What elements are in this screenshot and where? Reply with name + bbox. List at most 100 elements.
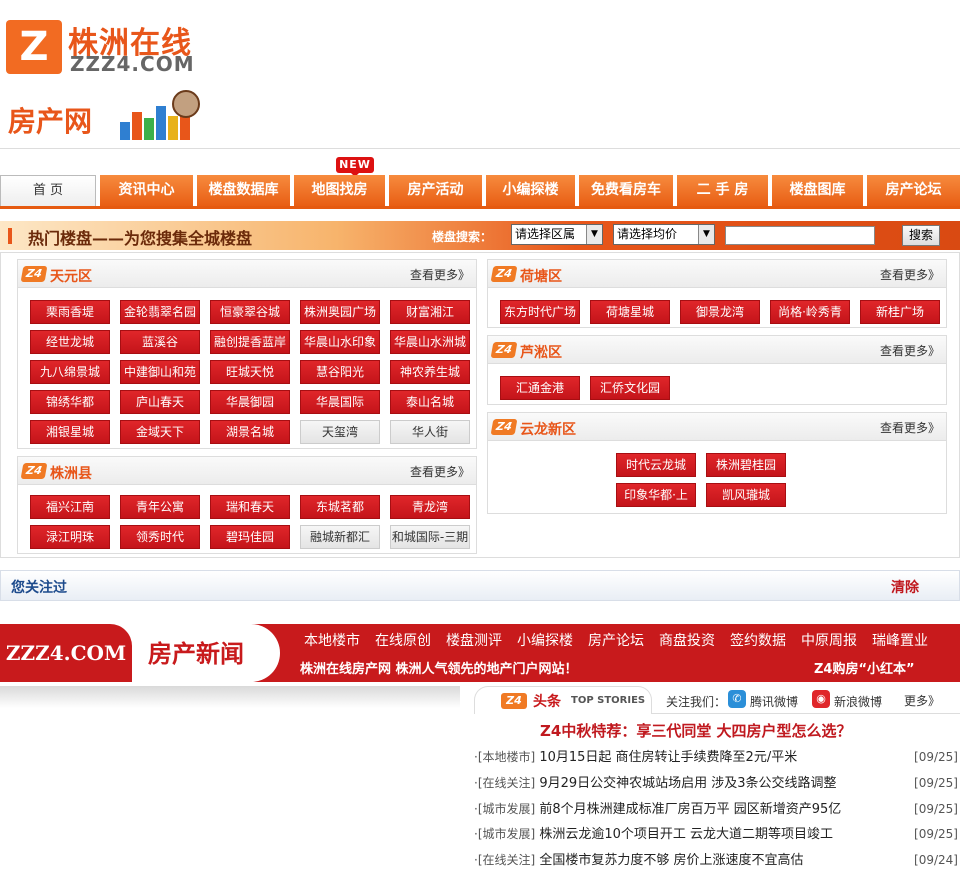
nav-events[interactable]: 房产活动 [389,175,482,206]
estate-tag[interactable]: 青龙湾 [390,495,470,519]
estate-tag[interactable]: 华人街 [390,420,470,444]
estate-tag[interactable]: 印象华都·上 [616,483,696,507]
price-select[interactable]: 请选择均价 ▼ [613,224,715,245]
news-link-editor[interactable]: 小编探楼 [517,630,573,650]
estate-tag[interactable]: 华晨山水洲城 [390,330,470,354]
news-link-original[interactable]: 在线原创 [375,630,431,650]
news-link-weekly[interactable]: 中原周报 [801,630,857,650]
tencent-weibo-link[interactable]: 腾讯微博 [750,693,798,710]
estate-tag[interactable]: 九八绵景城 [30,360,110,384]
estate-tag[interactable]: 瑞和春天 [210,495,290,519]
estate-tag[interactable]: 时代云龙城 [616,453,696,477]
news-title[interactable]: 全国楼市复苏力度不够 房价上涨速度不宜高估 [539,853,803,868]
district-title[interactable]: 芦淞区 [520,342,562,362]
estate-tag[interactable]: 恒豪翠谷城 [210,300,290,324]
news-link-forum[interactable]: 房产论坛 [588,630,644,650]
estate-tag[interactable]: 金域天下 [120,420,200,444]
nav-estate-database[interactable]: 楼盘数据库 [197,175,290,206]
estate-tag[interactable]: 华晨御园 [210,390,290,414]
estate-tag[interactable]: 汇侨文化园 [590,376,670,400]
estate-tag[interactable]: 御景龙湾 [680,300,760,324]
nav-second-hand[interactable]: 二 手 房 [677,175,768,206]
news-item[interactable]: ·[在线关注] 全国楼市复苏力度不够 房价上涨速度不宜高估 [09/24] [474,849,960,871]
news-title[interactable]: 9月29日公交神农城站场启用 涉及3条公交线路调整 [539,776,836,791]
news-title[interactable]: 株洲云龙逾10个项目开工 云龙大道二期等项目竣工 [539,827,833,842]
more-link[interactable]: 更多》 [904,692,940,709]
more-link[interactable]: 查看更多》 [880,342,940,359]
estate-tag[interactable]: 株洲奥园广场 [300,300,380,324]
site-logo[interactable]: Z 株洲在线 ZZZ4.COM [6,18,206,76]
estate-tag[interactable]: 金轮翡翠名园 [120,300,200,324]
estate-tag[interactable]: 天玺湾 [300,420,380,444]
estate-tag[interactable]: 旺城天悦 [210,360,290,384]
estate-tag[interactable]: 财富湘江 [390,300,470,324]
estate-tag[interactable]: 渌江明珠 [30,525,110,549]
estate-tag[interactable]: 凯风瓏城 [706,483,786,507]
estate-tag[interactable]: 福兴江南 [30,495,110,519]
news-title[interactable]: 10月15日起 商住房转让手续费降至2元/平米 [539,750,797,765]
estate-tag[interactable]: 融创提香蓝岸 [210,330,290,354]
nav-forum[interactable]: 房产论坛 [867,175,960,206]
estate-tag[interactable]: 中建御山和苑 [120,360,200,384]
estate-tag[interactable]: 经世龙城 [30,330,110,354]
estate-tag[interactable]: 株洲碧桂园 [706,453,786,477]
more-link[interactable]: 查看更多》 [880,419,940,436]
news-link-commercial[interactable]: 商盘投资 [659,630,715,650]
estate-tag[interactable]: 东方时代广场 [500,300,580,324]
nav-free-tour-bus[interactable]: 免费看房车 [579,175,673,206]
news-item[interactable]: ·[本地楼市] 10月15日起 商住房转让手续费降至2元/平米 [09/25] [474,746,960,768]
clear-button[interactable]: 清除 [891,577,919,597]
estate-tag[interactable]: 泰山名城 [390,390,470,414]
red-book-link[interactable]: Z4购房“小红本” [814,658,915,677]
estate-tag[interactable]: 领秀时代 [120,525,200,549]
district-select[interactable]: 请选择区属 ▼ [511,224,603,245]
sina-weibo-link[interactable]: 新浪微博 [834,693,882,710]
estate-tag[interactable]: 尚格·岭秀青 [770,300,850,324]
news-title[interactable]: 前8个月株洲建成标准厂房百万平 园区新增资产95亿 [539,802,841,817]
search-button[interactable]: 搜索 [902,225,940,246]
estate-tag[interactable]: 湘银星城 [30,420,110,444]
nav-gallery[interactable]: 楼盘图库 [772,175,863,206]
estate-tag[interactable]: 神农养生城 [390,360,470,384]
sina-weibo-icon[interactable]: ◉ [812,690,830,708]
nav-editor-visits[interactable]: 小编探楼 [486,175,575,206]
estate-tag[interactable]: 融城新都汇 [300,525,380,549]
news-link-ruifeng[interactable]: 瑞峰置业 [872,630,928,650]
featured-headline[interactable]: Z4中秋特荐：享三代同堂 大四房户型怎么选？ [540,720,852,741]
news-item[interactable]: ·[在线关注] 9月29日公交神农城站场启用 涉及3条公交线路调整 [09/25… [474,772,960,794]
more-link[interactable]: 查看更多》 [410,266,470,283]
estate-tag[interactable]: 和城国际-三期 [390,525,470,549]
section-logo[interactable]: 房产网 [8,88,208,150]
estate-tag[interactable]: 东城茗都 [300,495,380,519]
estate-tag[interactable]: 蓝溪谷 [120,330,200,354]
tencent-weibo-icon[interactable]: ✆ [728,690,746,708]
more-link[interactable]: 查看更多》 [410,463,470,480]
news-link-sales-data[interactable]: 签约数据 [730,630,786,650]
estate-tag[interactable]: 华晨国际 [300,390,380,414]
estate-search-input[interactable] [725,226,875,245]
more-link[interactable]: 查看更多》 [880,266,940,283]
nav-map-search[interactable]: 地图找房 [294,175,385,206]
nav-news-center[interactable]: 资讯中心 [100,175,193,206]
estate-tag[interactable]: 荷塘星城 [590,300,670,324]
district-title[interactable]: 株洲县 [50,463,92,483]
news-item[interactable]: ·[城市发展] 前8个月株洲建成标准厂房百万平 园区新增资产95亿 [09/25… [474,798,960,820]
estate-tag[interactable]: 新桂广场 [860,300,940,324]
district-title[interactable]: 云龙新区 [520,419,576,439]
district-title[interactable]: 天元区 [50,266,92,286]
news-link-review[interactable]: 楼盘测评 [446,630,502,650]
estate-tag[interactable]: 青年公寓 [120,495,200,519]
estate-tag[interactable]: 慧谷阳光 [300,360,380,384]
estate-tag[interactable]: 汇通金港 [500,376,580,400]
headlines-tab[interactable]: Z4 头条 TOP STORIES [474,686,652,714]
estate-tag[interactable]: 华晨山水印象 [300,330,380,354]
news-item[interactable]: ·[城市发展] 株洲云龙逾10个项目开工 云龙大道二期等项目竣工 [09/25] [474,823,960,845]
nav-home[interactable]: 首 页 [0,175,96,206]
district-title[interactable]: 荷塘区 [520,266,562,286]
estate-tag[interactable]: 栗雨香堤 [30,300,110,324]
estate-tag[interactable]: 碧玛佳园 [210,525,290,549]
estate-tag[interactable]: 庐山春天 [120,390,200,414]
news-link-local[interactable]: 本地楼市 [304,630,360,650]
estate-tag[interactable]: 锦绣华都 [30,390,110,414]
estate-tag[interactable]: 湖景名城 [210,420,290,444]
